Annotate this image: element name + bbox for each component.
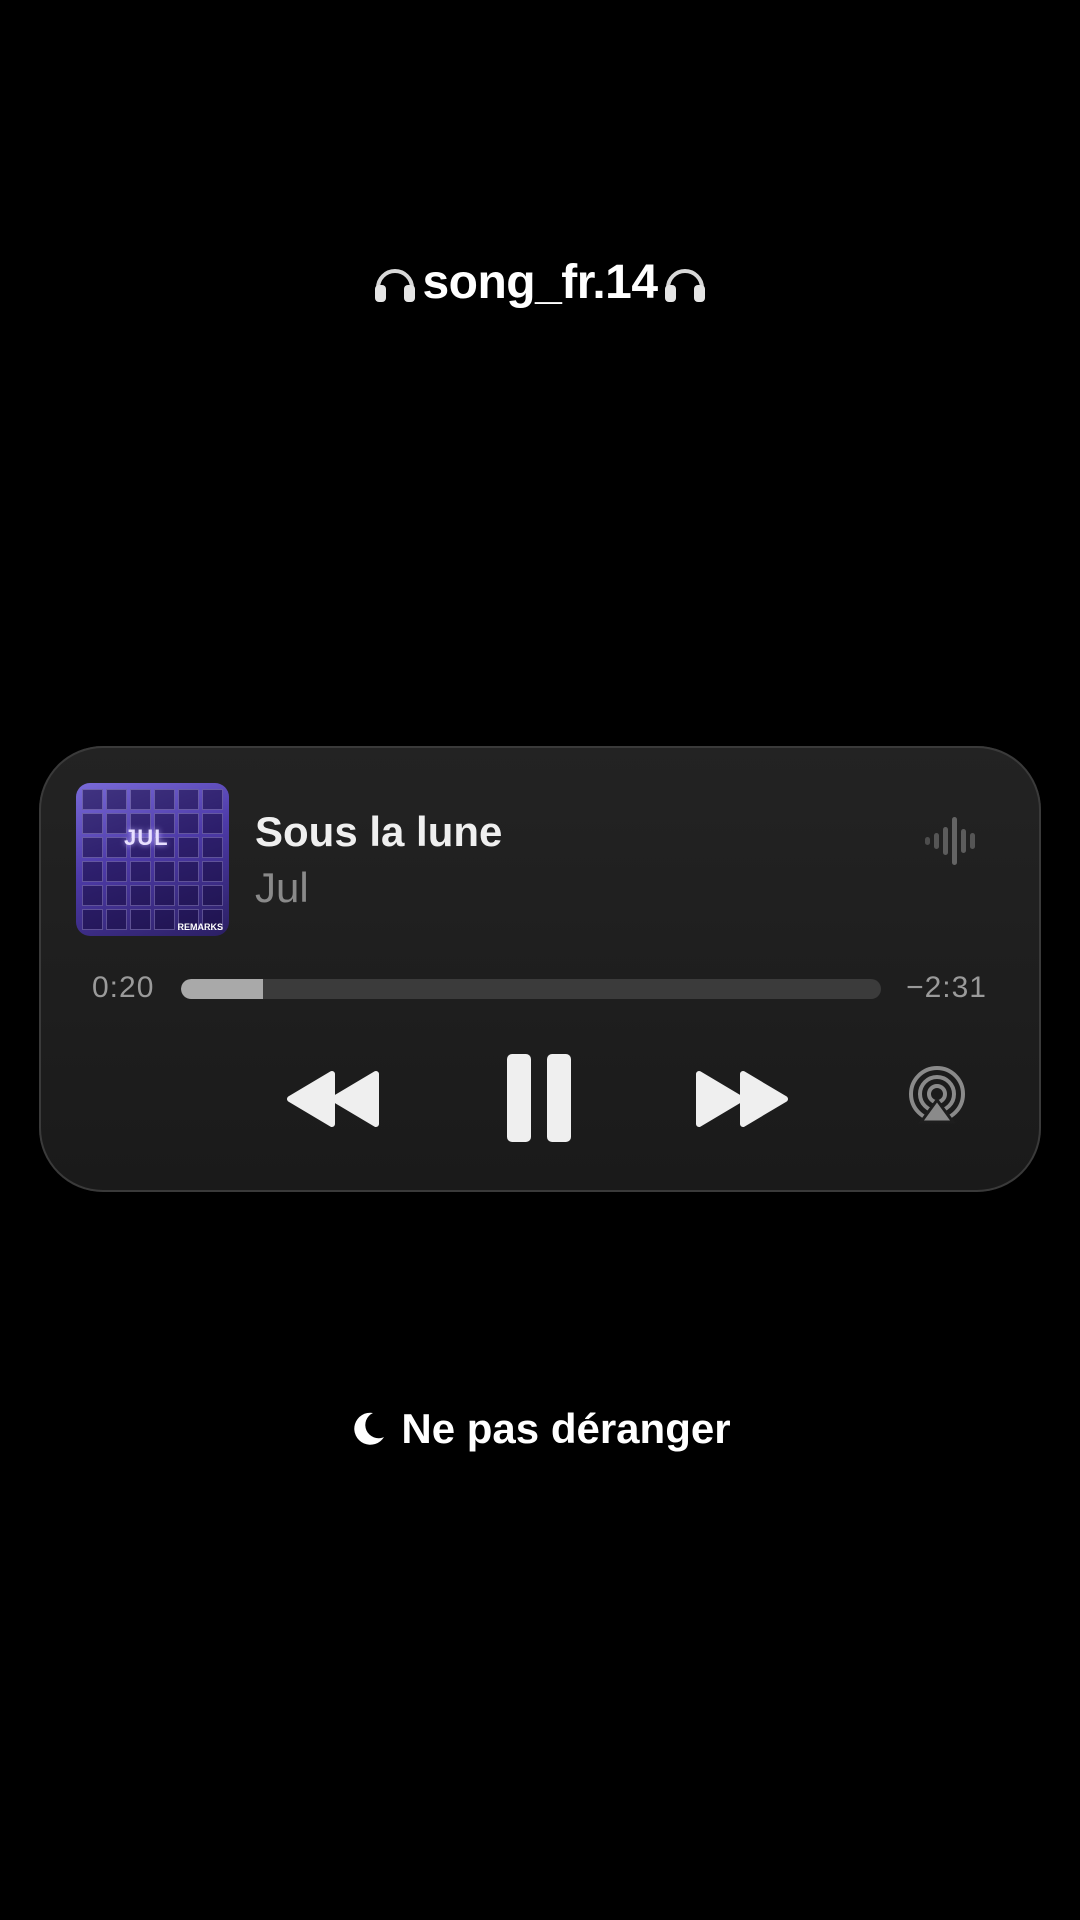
track-artist[interactable]: Jul [255,864,309,912]
time-elapsed: 0:20 [92,971,155,1004]
caption: song_fr.14 [0,255,1080,310]
progress-fill [181,979,263,999]
waveform-icon [923,816,981,871]
fast-forward-button[interactable] [691,1064,791,1134]
do-not-disturb-label: Ne pas déranger [401,1405,731,1452]
caption-text: song_fr.14 [422,256,658,309]
rewind-icon [287,1071,379,1127]
track-title: Sous la lune [255,808,503,855]
fast-forward-icon [696,1071,788,1127]
moon-icon [354,1412,385,1445]
headphones-icon [662,260,708,306]
album-artwork[interactable]: JUL REMARKS [76,783,229,936]
pause-button[interactable] [499,1050,579,1146]
airplay-button[interactable] [907,1066,967,1126]
artwork-pattern [82,789,223,930]
pause-icon [507,1054,571,1142]
playback-scrubber[interactable] [181,979,881,999]
headphones-icon [372,260,418,306]
time-remaining: −2:31 [906,971,987,1004]
now-playing-card[interactable]: JUL REMARKS Sous la lune Jul 0:20 −2:31 [39,746,1041,1192]
artwork-mark: REMARKS [177,922,223,932]
artwork-title: JUL [124,825,169,850]
airplay-icon [909,1066,965,1124]
do-not-disturb-indicator[interactable]: Ne pas déranger [0,1405,1080,1453]
rewind-button[interactable] [284,1064,384,1134]
